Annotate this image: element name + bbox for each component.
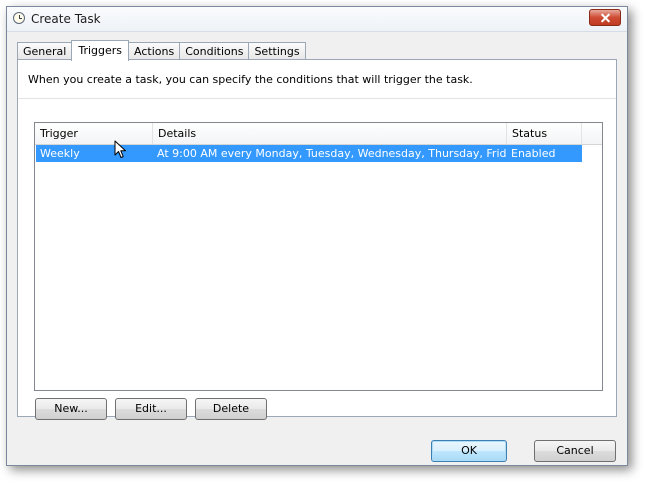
- tab-actions[interactable]: Actions: [128, 42, 181, 60]
- window-title: Create Task: [31, 12, 101, 26]
- ok-button[interactable]: OK: [431, 440, 507, 462]
- tab-general[interactable]: General: [17, 42, 73, 60]
- column-header-trigger[interactable]: Trigger: [35, 123, 153, 144]
- new-trigger-button[interactable]: New...: [35, 398, 107, 420]
- tab-settings[interactable]: Settings: [248, 42, 306, 60]
- triggers-description: When you create a task, you can specify …: [28, 73, 473, 86]
- cell-trigger: Weekly: [40, 147, 80, 160]
- title-bar[interactable]: Create Task: [7, 7, 627, 32]
- edit-trigger-button[interactable]: Edit...: [115, 398, 187, 420]
- tab-strip: General Triggers Actions Conditions Sett…: [17, 40, 306, 61]
- column-header-spacer: [582, 123, 602, 144]
- create-task-window: Create Task General Triggers Actions Con…: [6, 6, 628, 466]
- cell-status: Enabled: [511, 147, 556, 160]
- triggers-list[interactable]: Trigger Details Status Weekly At 9:00 AM…: [34, 122, 603, 391]
- mouse-pointer-icon: [114, 140, 126, 158]
- separator: [18, 98, 616, 99]
- triggers-panel: When you create a task, you can specify …: [17, 59, 617, 420]
- delete-trigger-button[interactable]: Delete: [195, 398, 267, 420]
- column-header-details[interactable]: Details: [153, 123, 507, 144]
- column-header-status[interactable]: Status: [507, 123, 582, 144]
- cancel-button[interactable]: Cancel: [534, 440, 616, 462]
- close-button[interactable]: [589, 9, 621, 26]
- tab-triggers[interactable]: Triggers: [71, 40, 130, 61]
- tab-conditions[interactable]: Conditions: [179, 42, 250, 60]
- cell-details: At 9:00 AM every Monday, Tuesday, Wednes…: [157, 147, 507, 160]
- clock-icon: [13, 12, 25, 24]
